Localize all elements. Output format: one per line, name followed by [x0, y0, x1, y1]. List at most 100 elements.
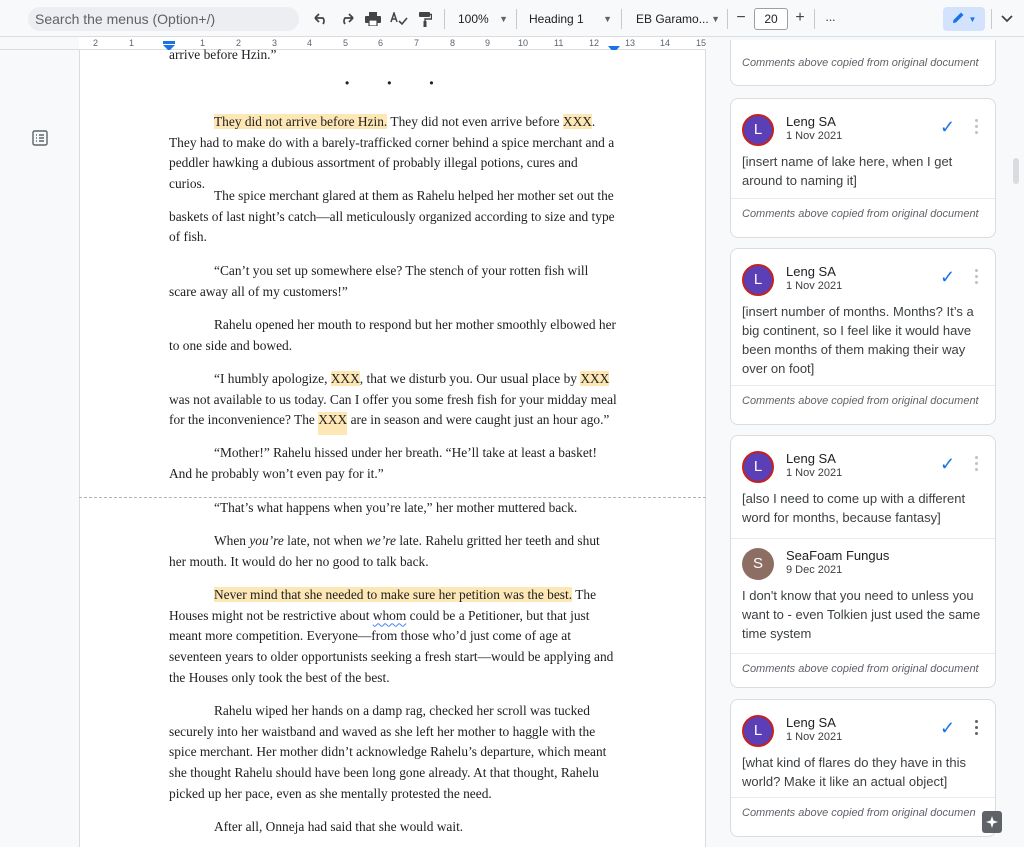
resolve-check-icon[interactable]: ✓ — [940, 454, 955, 475]
comment-footer: Comments above copied from original docu… — [731, 198, 995, 230]
doc-paragraph[interactable]: Never mind that she needed to make sure … — [169, 585, 617, 689]
comment-card[interactable]: L Leng SA 1 Nov 2021 ✓ [insert number of… — [730, 248, 996, 425]
comment-card[interactable]: L Leng SA 1 Nov 2021 ✓ [insert name of l… — [730, 98, 996, 238]
avatar: L — [742, 715, 774, 747]
paragraph-text: Rahelu wiped her hands on a damp rag, ch… — [169, 703, 607, 801]
comment-body: [insert number of months. Months? It’s a… — [742, 304, 974, 376]
paragraph-text: Rahelu opened her mouth to respond but h… — [169, 317, 617, 353]
font-family-value: EB Garamo... — [636, 12, 709, 26]
comment-body: [what kind of flares do they have in thi… — [742, 755, 967, 789]
comment-date: 1 Nov 2021 — [786, 467, 843, 479]
paragraph-text: “Can’t you set up somewhere else? The st… — [169, 263, 589, 299]
text-run: , that we disturb you. Our usual place b… — [359, 371, 581, 386]
zoom-dropdown[interactable]: 100% ▼ — [458, 6, 508, 32]
paragraph-text: “Mother!” Rahelu hissed under her breath… — [169, 445, 597, 481]
comment-card-partial[interactable]: Comments above copied from original docu… — [730, 40, 996, 86]
toolbar-divider — [444, 9, 445, 29]
highlighted-placeholder[interactable]: XXX — [562, 114, 592, 129]
highlighted-placeholder[interactable]: XXX — [580, 371, 610, 386]
pencil-icon — [952, 11, 965, 27]
highlighted-text[interactable]: Never mind that she needed to make sure … — [214, 587, 573, 602]
redo-icon[interactable] — [338, 6, 356, 32]
text-run: “I humbly apologize, — [214, 371, 331, 386]
paint-format-icon[interactable] — [416, 6, 434, 32]
paragraph-style-value: Heading 1 — [529, 12, 584, 26]
toolbar-divider — [621, 9, 622, 29]
more-options-icon[interactable] — [975, 456, 979, 472]
doc-top-fragment: arrive before Hzin.” — [169, 47, 277, 62]
comment-footer: Comments above copied from original docu… — [742, 57, 979, 69]
avatar: L — [742, 451, 774, 483]
document-outline-icon[interactable] — [32, 130, 48, 146]
print-icon[interactable] — [364, 6, 382, 32]
search-menus-input[interactable]: Search the menus (Option+/) — [28, 7, 299, 31]
text-run: late, not when — [283, 533, 366, 548]
resolve-check-icon[interactable]: ✓ — [940, 267, 955, 288]
comments-scrollbar-thumb[interactable] — [1013, 158, 1019, 184]
comment-header: L Leng SA 1 Nov 2021 ✓ — [731, 249, 995, 296]
ruler-label: 2 — [93, 38, 99, 48]
paragraph-text: The spice merchant glared at them as Rah… — [169, 188, 615, 245]
doc-paragraph[interactable]: “Mother!” Rahelu hissed under her breath… — [169, 443, 617, 484]
zoom-value: 100% — [458, 12, 489, 26]
ruler-label: 14 — [660, 38, 671, 48]
doc-paragraph[interactable]: “Can’t you set up somewhere else? The st… — [169, 261, 617, 302]
doc-paragraph[interactable]: They did not arrive before Hzin. They di… — [169, 112, 617, 195]
avatar: L — [742, 114, 774, 146]
font-family-dropdown[interactable]: EB Garamo... ▼ — [636, 6, 720, 32]
spellcheck-icon[interactable] — [390, 6, 408, 32]
comment-body: [insert name of lake here, when I get ar… — [742, 154, 953, 188]
more-options-icon[interactable] — [975, 269, 979, 285]
comment-header: L Leng SA 1 Nov 2021 ✓ — [731, 99, 995, 146]
doc-paragraph[interactable]: The spice merchant glared at them as Rah… — [169, 186, 617, 248]
text-run: are in season and were caught just an ho… — [347, 412, 610, 428]
doc-paragraph[interactable]: “That’s what happens when you’re late,” … — [169, 498, 617, 519]
doc-paragraph[interactable]: After all, Onneja had said that she woul… — [169, 817, 617, 838]
comment-author: Leng SA — [786, 114, 836, 129]
comment-thread-card[interactable]: L Leng SA 1 Nov 2021 ✓ [also I need to c… — [730, 435, 996, 688]
paragraph-text: “That’s what happens when you’re late,” … — [214, 500, 578, 515]
more-options-button[interactable]: ··· — [819, 6, 841, 32]
grammar-suggestion-underline[interactable]: whom — [373, 608, 406, 623]
ruler-label: 15 — [696, 38, 707, 48]
comment-date: 9 Dec 2021 — [786, 564, 843, 576]
undo-icon[interactable] — [312, 6, 330, 32]
doc-paragraph[interactable]: Rahelu opened her mouth to respond but h… — [169, 315, 617, 356]
resolve-check-icon[interactable]: ✓ — [940, 117, 955, 138]
chevron-down-icon: ▼ — [603, 14, 612, 24]
more-options-icon[interactable] — [975, 720, 979, 736]
toolbar-divider — [814, 9, 815, 29]
doc-paragraph[interactable]: “I humbly apologize, XXX, that we distur… — [169, 369, 617, 436]
doc-paragraph[interactable]: When you’re late, not when we’re late. R… — [169, 531, 617, 572]
highlighted-placeholder[interactable]: XXX — [330, 371, 360, 386]
decrease-font-size-button[interactable]: − — [730, 8, 752, 30]
highlighted-text[interactable]: They did not arrive before Hzin. — [214, 114, 388, 129]
comment-card[interactable]: L Leng SA 1 Nov 2021 ✓ [what kind of fla… — [730, 699, 996, 837]
chevron-down-icon: ▼ — [711, 14, 720, 24]
more-options-icon[interactable] — [975, 119, 979, 135]
doc-paragraph[interactable]: Rahelu wiped her hands on a damp rag, ch… — [169, 701, 617, 805]
comment-footer: Comments above copied from original docu… — [731, 797, 995, 827]
text-run: They did not even arrive before — [387, 114, 563, 129]
avatar: L — [742, 264, 774, 296]
reply-body: I don't know that you need to unless you… — [742, 588, 981, 641]
paragraph-style-dropdown[interactable]: Heading 1 ▼ — [529, 6, 612, 32]
explore-sparkle-icon[interactable] — [982, 811, 1002, 833]
comment-date: 1 Nov 2021 — [786, 280, 843, 292]
reply-header: S SeaFoam Fungus 9 Dec 2021 — [731, 539, 995, 583]
hide-menus-chevron-icon[interactable] — [998, 6, 1016, 32]
comment-date: 1 Nov 2021 — [786, 731, 843, 743]
editing-mode-button[interactable]: ▼ — [943, 7, 985, 31]
resolve-check-icon[interactable]: ✓ — [940, 718, 955, 739]
highlighted-placeholder[interactable]: XXX — [318, 412, 348, 436]
toolbar-divider — [516, 9, 517, 29]
section-break-dots: ••• — [345, 76, 472, 90]
ruler-label: 13 — [625, 38, 636, 48]
paragraph-text: After all, Onneja had said that she woul… — [214, 819, 464, 834]
italic-text: you’re — [249, 533, 284, 548]
increase-font-size-button[interactable]: + — [789, 8, 811, 30]
font-size-input[interactable]: 20 — [754, 8, 788, 30]
comment-body: [also I need to come up with a different… — [742, 491, 966, 525]
chevron-down-icon: ▼ — [499, 14, 508, 24]
toolbar: Search the menus (Option+/) 100% ▼ Headi… — [0, 0, 1024, 37]
